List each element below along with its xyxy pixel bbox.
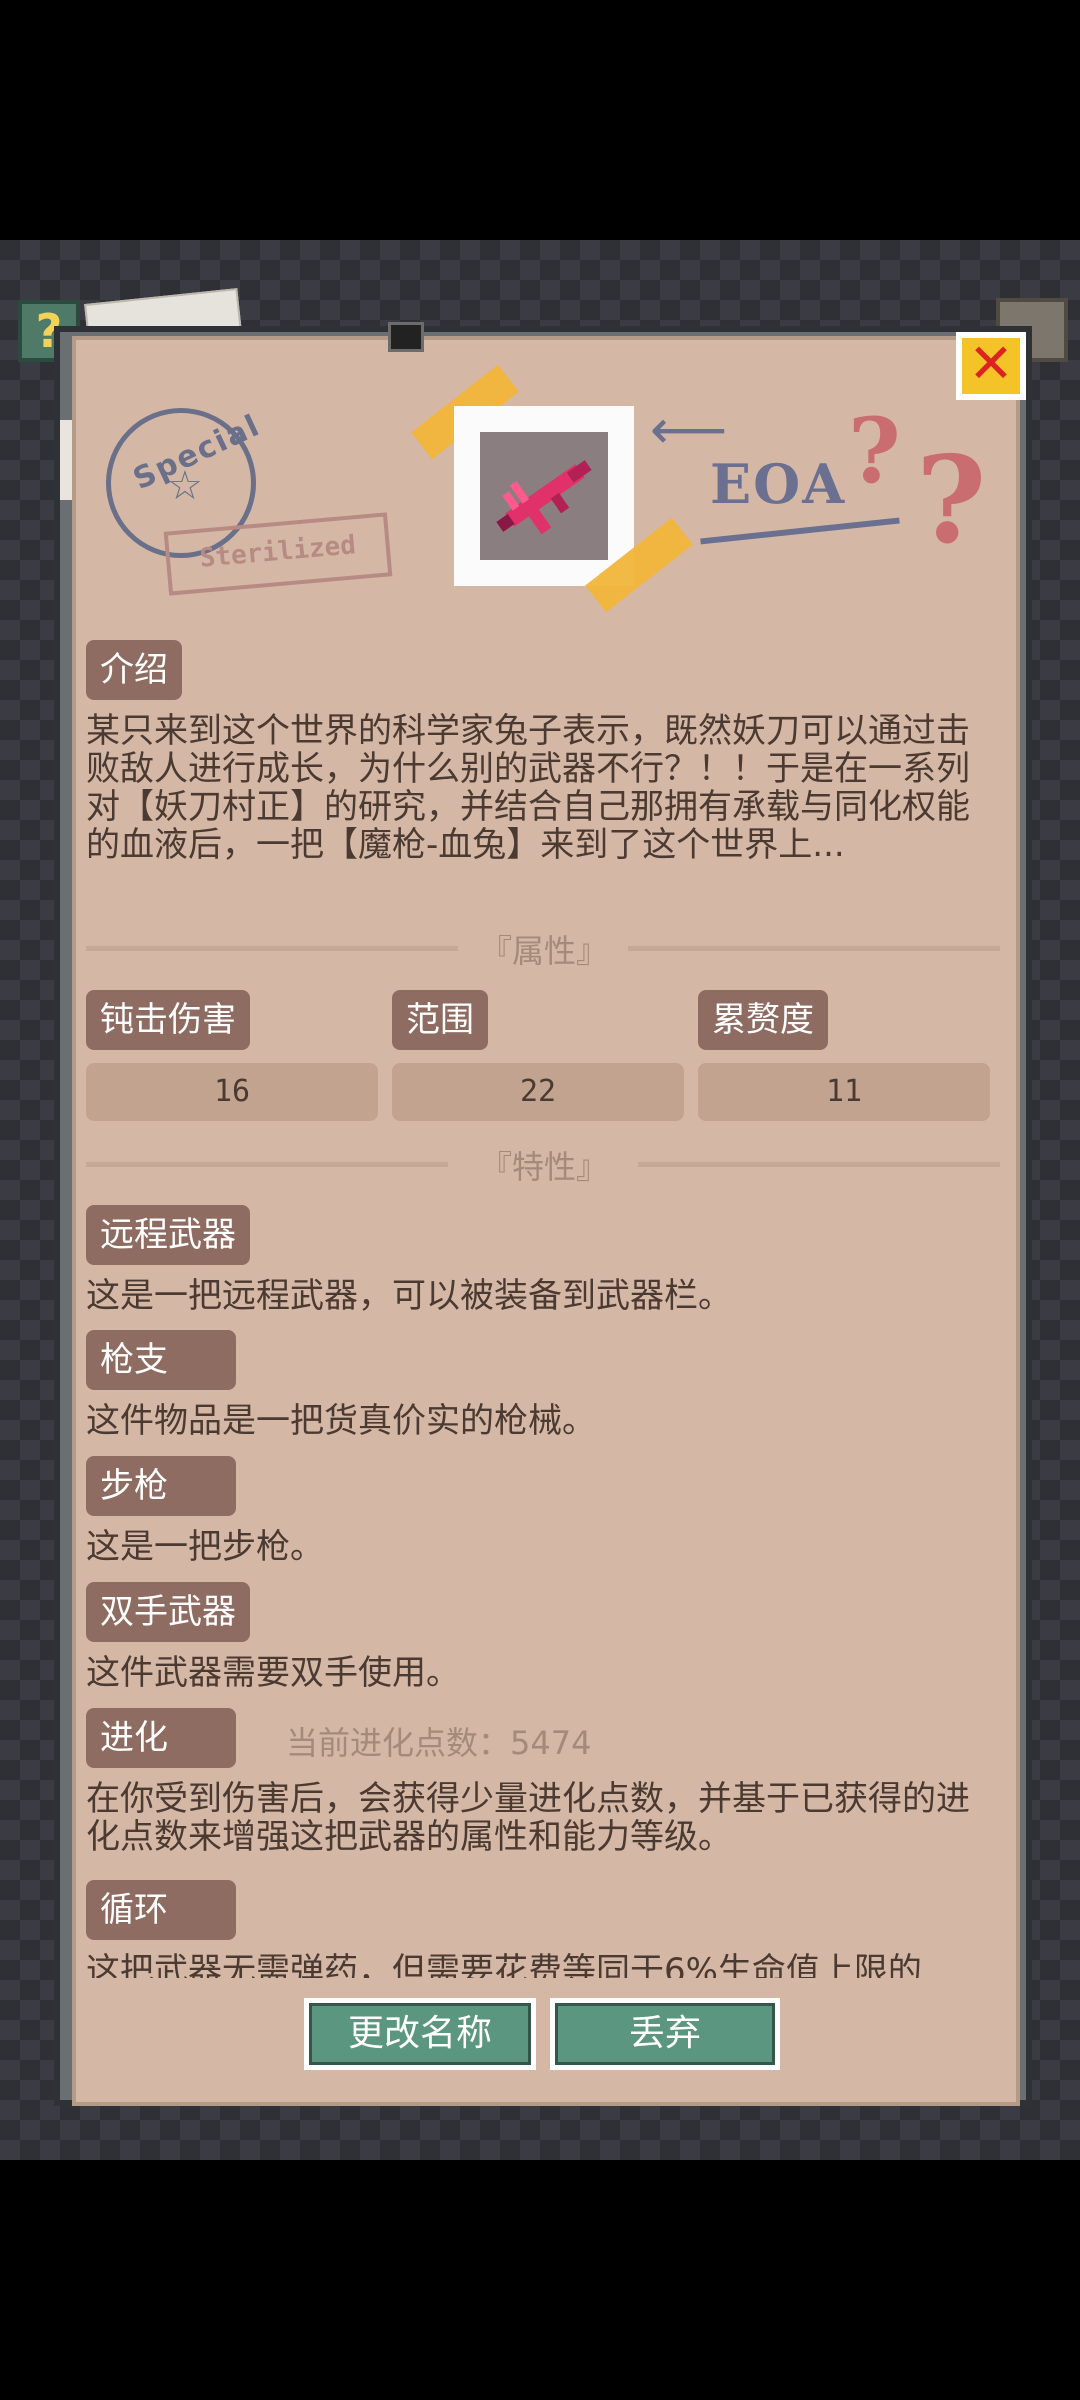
- attribute-value: 16: [86, 1063, 378, 1121]
- trait-text: 这件物品是一把货真价实的枪械。: [86, 1401, 596, 1441]
- discard-button[interactable]: 丢弃: [550, 1998, 780, 2070]
- divider-left: [86, 946, 458, 951]
- attribute-value: 22: [392, 1063, 684, 1121]
- trait-tag: 枪支: [86, 1330, 236, 1390]
- blood-rabbit-gun-icon: [496, 460, 592, 535]
- attribute-label: 累赘度: [698, 990, 828, 1050]
- star-icon: ☆: [167, 463, 203, 509]
- attribute-value: 11: [698, 1063, 990, 1121]
- question-mark-scribble: ?: [916, 430, 987, 571]
- trait-text: 这件武器需要双手使用。: [86, 1653, 460, 1693]
- divider-right: [638, 1162, 1000, 1167]
- trait-tag: 进化: [86, 1708, 236, 1768]
- trait-tag: 循环: [86, 1880, 236, 1940]
- trait-text: 这是一把步枪。: [86, 1527, 324, 1567]
- attributes-title: 『属性』: [479, 932, 608, 970]
- eoa-scribble: EOA: [710, 452, 847, 516]
- item-icon-background: [480, 432, 608, 560]
- traits-title: 『特性』: [479, 1148, 608, 1186]
- intro-text: 某只来到这个世界的科学家兔子表示，既然妖刀可以通过击败敌人进行成长，为什么别的武…: [86, 711, 970, 865]
- trait-tag: 远程武器: [86, 1205, 250, 1265]
- trait-text: 在你受到伤害后，会获得少量进化点数，并基于已获得的进化点数来增强这把武器的属性和…: [86, 1779, 970, 1857]
- trait-text: 这把武器无需弹药，但需要花费等同于6%生命值上限的: [86, 1952, 922, 1978]
- question-mark-scribble: ?: [848, 398, 901, 504]
- item-icon-frame: [454, 406, 634, 586]
- panel-tab: [388, 322, 424, 352]
- divider-left: [86, 1162, 448, 1167]
- trait-text: 这是一把远程武器，可以被装备到武器栏。: [86, 1276, 732, 1316]
- trait-tag: 步枪: [86, 1456, 236, 1516]
- divider-right: [628, 946, 1000, 951]
- trait-tag: 双手武器: [86, 1582, 250, 1642]
- close-button[interactable]: ✕: [956, 332, 1026, 400]
- evolution-points: 当前进化点数：5474: [286, 1724, 592, 1762]
- attribute-label: 钝击伤害: [86, 990, 250, 1050]
- rename-button[interactable]: 更改名称: [304, 1998, 536, 2070]
- attribute-label: 范围: [392, 990, 488, 1050]
- intro-tag: 介绍: [86, 640, 182, 700]
